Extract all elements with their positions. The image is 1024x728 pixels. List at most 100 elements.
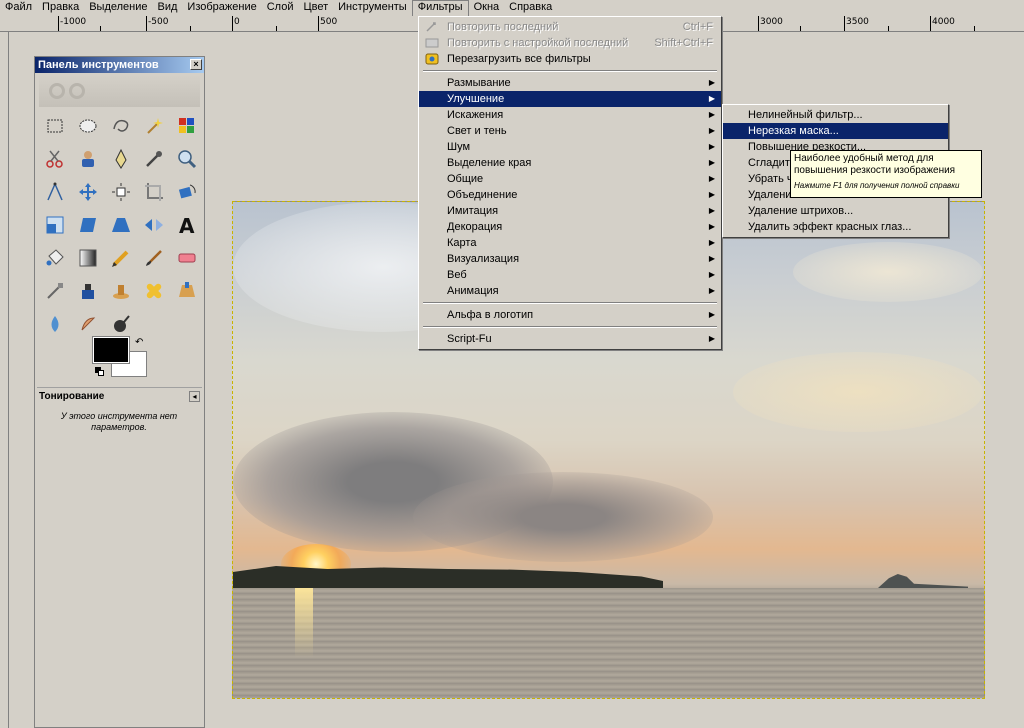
vertical-ruler[interactable] xyxy=(0,32,9,728)
ruler-label: -1000 xyxy=(60,17,87,27)
foreground-select-icon[interactable] xyxy=(71,142,104,175)
menu-color[interactable]: Цвет xyxy=(298,0,333,16)
menu-item-label: Script-Fu xyxy=(447,333,492,345)
perspective-icon[interactable] xyxy=(104,208,137,241)
menu-item-label: Удалить эффект красных глаз... xyxy=(748,221,912,233)
fuzzy-select-icon[interactable] xyxy=(137,109,170,142)
ruler-label: 3000 xyxy=(760,17,783,27)
menu-separator xyxy=(419,67,721,75)
menu-layer[interactable]: Слой xyxy=(262,0,299,16)
crop-icon[interactable] xyxy=(137,175,170,208)
reset-all-filters-item[interactable]: Перезагрузить все фильтры xyxy=(419,51,721,67)
submenu-light-shadow[interactable]: Свет и тень ▶ xyxy=(419,123,721,139)
color-picker-icon[interactable] xyxy=(137,142,170,175)
menu-edit[interactable]: Правка xyxy=(37,0,84,16)
swap-colors-icon[interactable]: ↶ xyxy=(135,337,143,348)
menu-tools[interactable]: Инструменты xyxy=(333,0,412,16)
wilber-eye-icon xyxy=(69,83,85,99)
submenu-script-fu[interactable]: Script-Fu ▶ xyxy=(419,331,721,347)
toolbox-title-text: Панель инструментов xyxy=(38,59,159,71)
unsharp-mask-item[interactable]: Нерезкая маска... xyxy=(723,123,948,139)
reshow-last-item[interactable]: Повторить с настройкой последний Shift+C… xyxy=(419,35,721,51)
rotate-icon[interactable] xyxy=(170,175,203,208)
submenu-render[interactable]: Визуализация ▶ xyxy=(419,251,721,267)
eraser-icon[interactable] xyxy=(170,241,203,274)
move-icon[interactable] xyxy=(71,175,104,208)
zoom-icon[interactable] xyxy=(170,142,203,175)
menu-item-label: Повторить с настройкой последний xyxy=(447,37,629,49)
submenu-arrow-icon: ▶ xyxy=(708,190,715,199)
submenu-animation[interactable]: Анимация ▶ xyxy=(419,283,721,299)
nl-filter-item[interactable]: Нелинейный фильтр... xyxy=(723,107,948,123)
menu-item-label: Веб xyxy=(447,269,467,281)
toolbox-title[interactable]: Панель инструментов × xyxy=(35,57,204,73)
menu-select[interactable]: Выделение xyxy=(84,0,152,16)
menu-item-label: Нерезкая маска... xyxy=(748,125,839,137)
shear-icon[interactable] xyxy=(71,208,104,241)
scale-icon[interactable] xyxy=(38,208,71,241)
ink-icon[interactable] xyxy=(71,274,104,307)
default-colors-icon[interactable] xyxy=(95,367,105,377)
repeat-last-item[interactable]: Повторить последний Ctrl+F xyxy=(419,19,721,35)
close-icon[interactable]: × xyxy=(190,59,202,70)
text-icon[interactable]: A xyxy=(170,208,203,241)
toolbox-panel: Панель инструментов × A ↶ Тонирование ◂ … xyxy=(34,56,205,728)
tooltip: Наиболее удобный метод для повышения рез… xyxy=(790,150,982,198)
submenu-alpha-to-logo[interactable]: Альфа в логотип ▶ xyxy=(419,307,721,323)
sun-reflection xyxy=(295,588,313,658)
blur-icon[interactable] xyxy=(38,307,71,340)
submenu-enhance[interactable]: Улучшение ▶ xyxy=(419,91,721,107)
submenu-edge-detect[interactable]: Выделение края ▶ xyxy=(419,155,721,171)
menu-item-label: Выделение края xyxy=(447,157,532,169)
free-select-icon[interactable] xyxy=(104,109,137,142)
color-swatches: ↶ xyxy=(92,336,149,381)
paintbrush-icon[interactable] xyxy=(137,241,170,274)
menu-windows[interactable]: Окна xyxy=(469,0,505,16)
dodge-burn-icon[interactable] xyxy=(104,307,137,340)
perspective-clone-icon[interactable] xyxy=(170,274,203,307)
submenu-arrow-icon: ▶ xyxy=(708,238,715,247)
wilber-logo xyxy=(39,75,200,107)
pencil-icon[interactable] xyxy=(104,241,137,274)
menu-view[interactable]: Вид xyxy=(153,0,183,16)
menu-image[interactable]: Изображение xyxy=(182,0,261,16)
foreground-color[interactable] xyxy=(92,336,130,364)
clone-icon[interactable] xyxy=(104,274,137,307)
destripe-item[interactable]: Удаление штрихов... xyxy=(723,203,948,219)
ruler-label: 4000 xyxy=(932,17,955,27)
menu-filters[interactable]: Фильтры xyxy=(411,0,469,16)
tab-menu-icon[interactable]: ◂ xyxy=(189,391,200,402)
menu-item-label: Улучшение xyxy=(447,93,505,105)
submenu-web[interactable]: Веб ▶ xyxy=(419,267,721,283)
ellipse-select-icon[interactable] xyxy=(71,109,104,142)
bucket-fill-icon[interactable] xyxy=(38,241,71,274)
ruler-label: -500 xyxy=(148,17,169,27)
smudge-icon[interactable] xyxy=(71,307,104,340)
measure-icon[interactable] xyxy=(38,175,71,208)
submenu-noise[interactable]: Шум ▶ xyxy=(419,139,721,155)
menu-file[interactable]: Файл xyxy=(0,0,37,16)
flip-icon[interactable] xyxy=(137,208,170,241)
storm-cloud xyxy=(413,472,713,562)
color-select-icon[interactable] xyxy=(170,109,203,142)
svg-text:A: A xyxy=(179,214,195,236)
red-eye-removal-item[interactable]: Удалить эффект красных глаз... xyxy=(723,219,948,235)
align-icon[interactable] xyxy=(104,175,137,208)
submenu-blur[interactable]: Размывание ▶ xyxy=(419,75,721,91)
scissors-icon[interactable] xyxy=(38,142,71,175)
shortcut-label: Ctrl+F xyxy=(682,21,713,33)
submenu-distorts[interactable]: Искажения ▶ xyxy=(419,107,721,123)
submenu-combine[interactable]: Объединение ▶ xyxy=(419,187,721,203)
tool-grid: A xyxy=(35,109,204,340)
submenu-artistic[interactable]: Имитация ▶ xyxy=(419,203,721,219)
paths-icon[interactable] xyxy=(104,142,137,175)
submenu-generic[interactable]: Общие ▶ xyxy=(419,171,721,187)
heal-icon[interactable] xyxy=(137,274,170,307)
menu-help[interactable]: Справка xyxy=(504,0,557,16)
submenu-map[interactable]: Карта ▶ xyxy=(419,235,721,251)
menu-item-label: Декорация xyxy=(447,221,503,233)
blend-icon[interactable] xyxy=(71,241,104,274)
rect-select-icon[interactable] xyxy=(38,109,71,142)
airbrush-icon[interactable] xyxy=(38,274,71,307)
submenu-decor[interactable]: Декорация ▶ xyxy=(419,219,721,235)
